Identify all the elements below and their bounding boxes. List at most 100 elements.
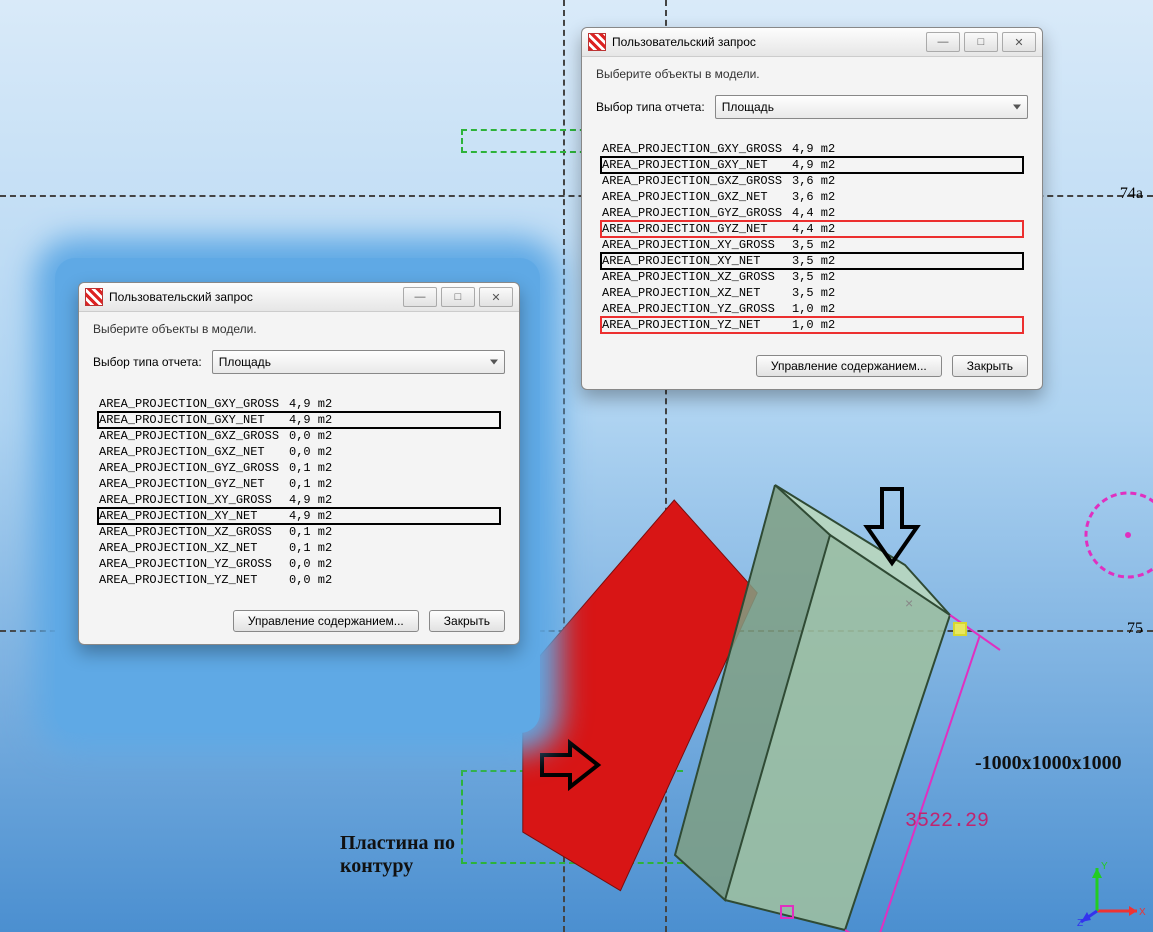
report-type-select[interactable]: Площадь <box>212 350 505 374</box>
maximize-button[interactable]: □ <box>441 287 475 307</box>
property-name: AREA_PROJECTION_GYZ_NET <box>602 222 792 236</box>
property-value: 1,0 m2 <box>792 318 842 332</box>
property-row[interactable]: AREA_PROJECTION_GXZ_GROSS0,0 m2 <box>97 428 501 444</box>
property-row[interactable]: AREA_PROJECTION_GXZ_NET0,0 m2 <box>97 444 501 460</box>
report-type-label: Выбор типа отчета: <box>93 355 202 369</box>
svg-text:Z: Z <box>1077 918 1083 929</box>
svg-text:X: X <box>1139 907 1146 918</box>
axis-gizmo: X Y Z <box>1077 856 1147 926</box>
property-name: AREA_PROJECTION_GXZ_NET <box>602 190 792 204</box>
app-icon <box>588 33 606 51</box>
property-value: 1,0 m2 <box>792 302 842 316</box>
property-value: 0,0 m2 <box>289 445 339 459</box>
close-button[interactable]: Закрыть <box>429 610 505 632</box>
property-name: AREA_PROJECTION_GXY_GROSS <box>99 397 289 411</box>
close-window-button[interactable]: ✕ <box>1002 32 1036 52</box>
property-row[interactable]: AREA_PROJECTION_GXY_GROSS4,9 m2 <box>600 141 1024 157</box>
property-row[interactable]: AREA_PROJECTION_GXY_GROSS4,9 m2 <box>97 396 501 412</box>
property-row[interactable]: AREA_PROJECTION_YZ_GROSS1,0 m2 <box>600 301 1024 317</box>
beam-shape <box>650 470 1010 932</box>
property-value: 4,9 m2 <box>289 509 339 523</box>
axis-label-74a: 74a <box>1120 185 1143 203</box>
property-name: AREA_PROJECTION_GXZ_NET <box>99 445 289 459</box>
instruction-text: Выберите объекты в модели. <box>93 322 505 336</box>
property-name: AREA_PROJECTION_GYZ_GROSS <box>99 461 289 475</box>
property-value: 0,0 m2 <box>289 573 339 587</box>
property-row[interactable]: AREA_PROJECTION_GYZ_GROSS4,4 m2 <box>600 205 1024 221</box>
property-row[interactable]: AREA_PROJECTION_GYZ_GROSS0,1 m2 <box>97 460 501 476</box>
property-name: AREA_PROJECTION_XY_NET <box>99 509 289 523</box>
property-row[interactable]: AREA_PROJECTION_YZ_NET0,0 m2 <box>97 572 501 588</box>
property-value: 3,5 m2 <box>792 270 842 284</box>
app-icon <box>85 288 103 306</box>
property-value: 3,5 m2 <box>792 254 842 268</box>
yellow-marker <box>953 622 967 636</box>
svg-text:Y: Y <box>1101 861 1108 872</box>
property-value: 0,1 m2 <box>289 461 339 475</box>
cross-marker: × <box>905 595 913 611</box>
property-row[interactable]: AREA_PROJECTION_GXZ_NET3,6 m2 <box>600 189 1024 205</box>
maximize-button[interactable]: □ <box>964 32 998 52</box>
minimize-button[interactable]: — <box>403 287 437 307</box>
property-value: 0,1 m2 <box>289 541 339 555</box>
property-row[interactable]: AREA_PROJECTION_GYZ_NET4,4 m2 <box>600 220 1024 238</box>
property-name: AREA_PROJECTION_YZ_GROSS <box>602 302 792 316</box>
property-row[interactable]: AREA_PROJECTION_XZ_NET3,5 m2 <box>600 285 1024 301</box>
magenta-marker-bottom <box>780 905 794 919</box>
property-name: AREA_PROJECTION_YZ_NET <box>602 318 792 332</box>
manage-content-button[interactable]: Управление содержанием... <box>756 355 942 377</box>
property-row[interactable]: AREA_PROJECTION_GXZ_GROSS3,6 m2 <box>600 173 1024 189</box>
property-value: 4,9 m2 <box>289 397 339 411</box>
property-value: 4,4 m2 <box>792 222 842 236</box>
property-row[interactable]: AREA_PROJECTION_GXY_NET4,9 m2 <box>600 156 1024 174</box>
property-value: 3,5 m2 <box>792 238 842 252</box>
properties-list: AREA_PROJECTION_GXY_GROSS4,9 m2AREA_PROJ… <box>93 392 505 594</box>
property-name: AREA_PROJECTION_YZ_GROSS <box>99 557 289 571</box>
property-value: 0,0 m2 <box>289 557 339 571</box>
property-row[interactable]: AREA_PROJECTION_XZ_GROSS0,1 m2 <box>97 524 501 540</box>
window-title: Пользовательский запрос <box>109 290 253 304</box>
window-title: Пользовательский запрос <box>612 35 756 49</box>
titlebar[interactable]: Пользовательский запрос — □ ✕ <box>582 28 1042 57</box>
property-value: 3,5 m2 <box>792 286 842 300</box>
manage-content-button[interactable]: Управление содержанием... <box>233 610 419 632</box>
property-name: AREA_PROJECTION_XZ_GROSS <box>602 270 792 284</box>
report-type-label: Выбор типа отчета: <box>596 100 705 114</box>
property-value: 4,9 m2 <box>792 158 842 172</box>
minimize-button[interactable]: — <box>926 32 960 52</box>
property-row[interactable]: AREA_PROJECTION_YZ_GROSS0,0 m2 <box>97 556 501 572</box>
property-row[interactable]: AREA_PROJECTION_XY_NET3,5 m2 <box>600 252 1024 270</box>
arrow-right-to-plate <box>540 725 600 805</box>
dialog-right: Пользовательский запрос — □ ✕ Выберите о… <box>581 27 1043 390</box>
dialog-left: Пользовательский запрос — □ ✕ Выберите о… <box>78 282 520 645</box>
close-window-button[interactable]: ✕ <box>479 287 513 307</box>
report-type-select[interactable]: Площадь <box>715 95 1028 119</box>
property-name: AREA_PROJECTION_YZ_NET <box>99 573 289 587</box>
property-name: AREA_PROJECTION_XY_GROSS <box>99 493 289 507</box>
property-name: AREA_PROJECTION_GXY_NET <box>99 413 289 427</box>
property-value: 0,0 m2 <box>289 429 339 443</box>
property-value: 4,9 m2 <box>792 142 842 156</box>
property-name: AREA_PROJECTION_GXZ_GROSS <box>602 174 792 188</box>
property-name: AREA_PROJECTION_GXZ_GROSS <box>99 429 289 443</box>
property-row[interactable]: AREA_PROJECTION_XY_GROSS3,5 m2 <box>600 237 1024 253</box>
property-row[interactable]: AREA_PROJECTION_GYZ_NET0,1 m2 <box>97 476 501 492</box>
property-name: AREA_PROJECTION_XY_GROSS <box>602 238 792 252</box>
titlebar[interactable]: Пользовательский запрос — □ ✕ <box>79 283 519 312</box>
property-name: AREA_PROJECTION_GYZ_GROSS <box>602 206 792 220</box>
dimension-label: 3522.29 <box>905 810 989 833</box>
property-value: 0,1 m2 <box>289 525 339 539</box>
property-name: AREA_PROJECTION_XZ_NET <box>99 541 289 555</box>
property-name: AREA_PROJECTION_XZ_GROSS <box>99 525 289 539</box>
axis-label-75: 75 <box>1127 620 1143 638</box>
property-row[interactable]: AREA_PROJECTION_XZ_GROSS3,5 m2 <box>600 269 1024 285</box>
property-row[interactable]: AREA_PROJECTION_XY_GROSS4,9 m2 <box>97 492 501 508</box>
property-name: AREA_PROJECTION_GXY_GROSS <box>602 142 792 156</box>
property-row[interactable]: AREA_PROJECTION_GXY_NET4,9 m2 <box>97 411 501 429</box>
property-row[interactable]: AREA_PROJECTION_YZ_NET1,0 m2 <box>600 316 1024 334</box>
property-row[interactable]: AREA_PROJECTION_XZ_NET0,1 m2 <box>97 540 501 556</box>
magenta-arc <box>1053 480 1153 600</box>
property-name: AREA_PROJECTION_GYZ_NET <box>99 477 289 491</box>
close-button[interactable]: Закрыть <box>952 355 1028 377</box>
property-row[interactable]: AREA_PROJECTION_XY_NET4,9 m2 <box>97 507 501 525</box>
